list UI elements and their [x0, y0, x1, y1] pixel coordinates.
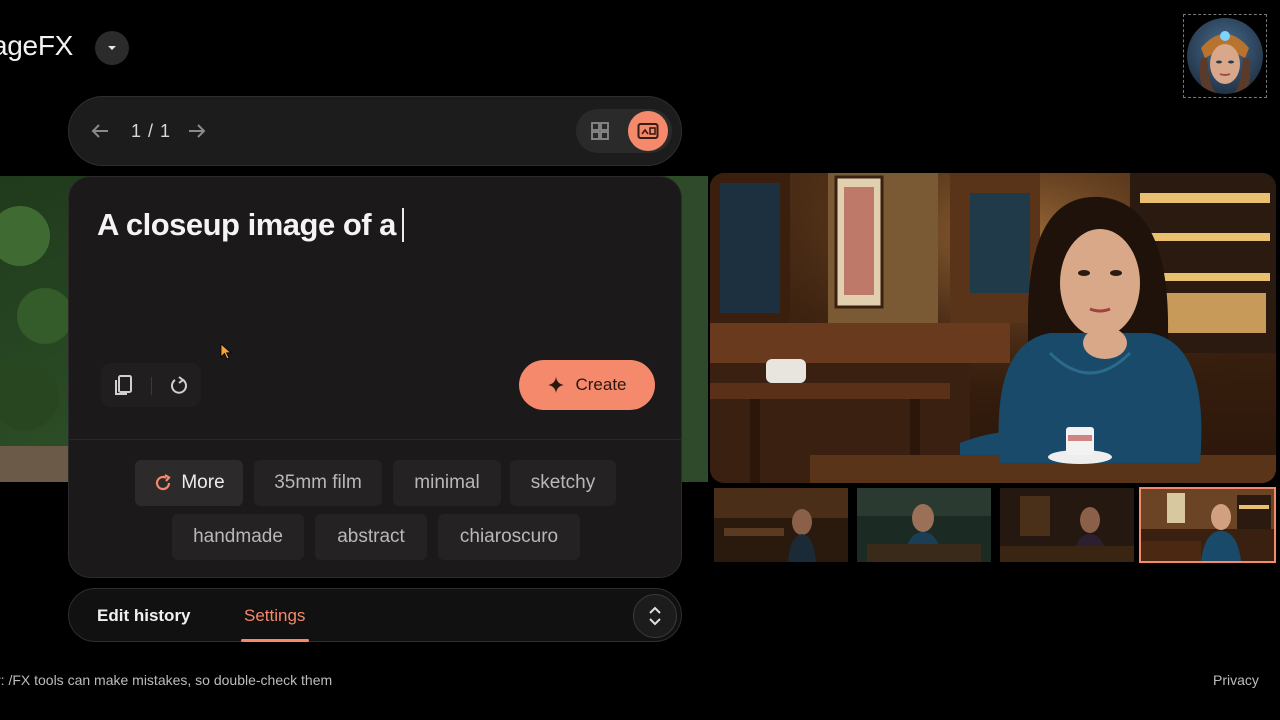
expand-icon — [649, 606, 661, 626]
avatar — [1187, 18, 1263, 94]
copy-icon — [115, 375, 132, 395]
single-view-button[interactable] — [628, 111, 668, 151]
style-chip-handmade[interactable]: handmade — [172, 514, 304, 560]
reset-prompt-button[interactable] — [165, 371, 193, 399]
copy-prompt-button[interactable] — [109, 371, 137, 399]
thumbnail-4-selected[interactable] — [1139, 487, 1276, 563]
style-chip-minimal[interactable]: minimal — [393, 460, 501, 506]
prompt-card: A closeup image of a Create More 35mm fi… — [68, 176, 682, 578]
text-caret — [401, 207, 404, 242]
refresh-icon — [156, 474, 172, 491]
style-chip-abstract[interactable]: abstract — [315, 514, 427, 560]
chip-label: 35mm film — [274, 472, 362, 493]
app-title: ageFX — [0, 30, 73, 61]
chip-label: More — [181, 472, 225, 493]
create-button[interactable]: Create — [519, 360, 655, 410]
thumbnail-1[interactable] — [714, 488, 848, 562]
create-label: Create — [575, 375, 627, 394]
chip-label: chiaroscuro — [459, 526, 559, 547]
chevron-down-icon — [108, 46, 116, 50]
active-tab-indicator — [241, 639, 309, 642]
chip-label: handmade — [193, 526, 283, 547]
disclaimer-text: r: /FX tools can make mistakes, so doubl… — [0, 672, 333, 688]
chip-label: abstract — [337, 526, 405, 547]
result-navigation-bar: 1 / 1 — [68, 96, 682, 166]
tab-settings[interactable]: Settings — [244, 606, 305, 626]
privacy-link[interactable]: Privacy — [1213, 672, 1259, 688]
sparkle-icon — [548, 377, 565, 393]
previous-button[interactable] — [89, 120, 111, 142]
next-button[interactable] — [186, 120, 208, 142]
prompt-tools — [101, 363, 201, 407]
style-chip-sketchy[interactable]: sketchy — [510, 460, 616, 506]
expand-panel-button[interactable] — [633, 594, 677, 638]
generated-image-main[interactable] — [710, 173, 1276, 483]
thumbnail-3[interactable] — [1000, 488, 1134, 562]
view-mode-toggle — [576, 109, 672, 153]
chip-label: sketchy — [530, 472, 596, 493]
panel-tab-bar: Edit history Settings — [68, 588, 682, 642]
account-avatar-button[interactable] — [1183, 14, 1267, 98]
thumbnail-2[interactable] — [857, 488, 991, 562]
arrow-right-icon — [189, 124, 206, 138]
reset-icon — [171, 376, 187, 394]
tool-divider — [151, 377, 152, 395]
chip-label: minimal — [414, 472, 480, 493]
prompt-input[interactable]: A closeup image of a — [97, 207, 404, 244]
card-divider — [69, 439, 681, 440]
style-chip-35mm-film[interactable]: 35mm film — [254, 460, 382, 506]
tab-edit-history[interactable]: Edit history — [97, 606, 191, 626]
style-chip-chiaroscuro[interactable]: chiaroscuro — [438, 514, 580, 560]
grid-view-button[interactable] — [586, 117, 614, 145]
grid-view-icon — [591, 122, 609, 140]
app-switcher-button[interactable] — [95, 31, 129, 65]
more-styles-chip[interactable]: More — [135, 460, 243, 506]
result-counter: 1 / 1 — [131, 121, 172, 141]
arrow-left-icon — [91, 124, 108, 138]
prompt-text: A closeup image of a — [97, 207, 396, 242]
single-view-icon — [637, 123, 659, 139]
mouse-cursor-icon — [220, 343, 233, 360]
